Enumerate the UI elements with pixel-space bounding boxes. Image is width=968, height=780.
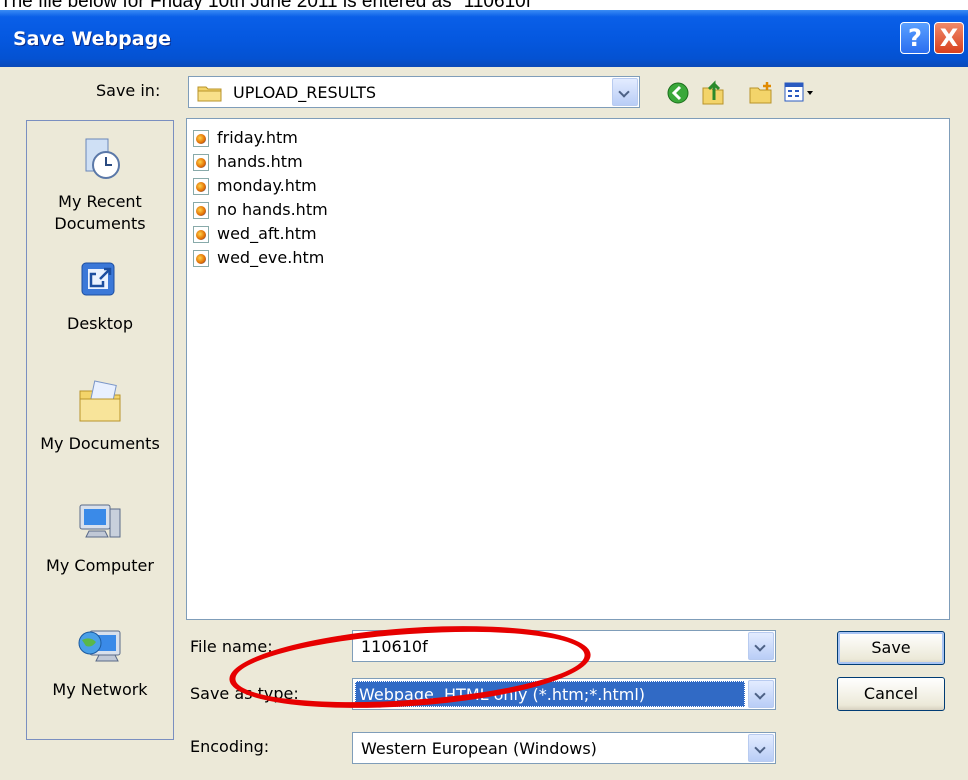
- firefox-html-file-icon: [193, 202, 209, 219]
- place-my-recent-documents[interactable]: My Recent Documents: [27, 135, 173, 235]
- encoding-select[interactable]: Western European (Windows): [352, 732, 776, 764]
- file-name: monday.htm: [217, 176, 317, 195]
- save-in-combo[interactable]: UPLOAD_RESULTS: [188, 76, 640, 108]
- file-list[interactable]: friday.htm hands.htm monday.htm no hands…: [186, 118, 950, 620]
- firefox-html-file-icon: [193, 250, 209, 267]
- file-name-value: 110610f: [361, 637, 428, 656]
- firefox-html-file-icon: [193, 130, 209, 147]
- my-network-icon: [78, 630, 121, 662]
- my-computer-icon: [79, 504, 121, 538]
- firefox-html-file-icon: [193, 226, 209, 243]
- save-webpage-dialog: Save Webpage ? X Save in: UPLOAD_RESULTS: [0, 10, 968, 780]
- place-label: My Computer: [46, 556, 154, 575]
- place-label: Documents: [54, 214, 146, 233]
- save-in-label: Save in:: [96, 81, 161, 100]
- file-name: wed_eve.htm: [217, 248, 325, 267]
- save-as-type-select[interactable]: Webpage, HTML only (*.htm;*.html): [352, 678, 776, 710]
- save-as-type-label: Save as type:: [190, 684, 299, 703]
- save-as-type-value: Webpage, HTML only (*.htm;*.html): [359, 685, 646, 704]
- encoding-value: Western European (Windows): [361, 739, 597, 758]
- place-label: My Documents: [40, 434, 160, 453]
- file-name-dropdown-button[interactable]: [748, 632, 774, 660]
- file-name: wed_aft.htm: [217, 224, 317, 243]
- place-my-computer[interactable]: My Computer: [27, 499, 173, 577]
- save-button[interactable]: Save: [837, 631, 945, 665]
- place-label: Desktop: [67, 314, 133, 333]
- save-in-dropdown-button[interactable]: [612, 78, 638, 106]
- file-name-field[interactable]: 110610f: [352, 630, 776, 662]
- help-button[interactable]: ?: [900, 22, 930, 54]
- place-label: My Network: [52, 680, 148, 699]
- save-in-value: UPLOAD_RESULTS: [233, 83, 377, 102]
- place-label: My Recent: [58, 192, 142, 211]
- close-button[interactable]: X: [934, 22, 964, 54]
- place-desktop[interactable]: Desktop: [27, 257, 173, 335]
- encoding-label: Encoding:: [190, 737, 270, 756]
- new-folder-icon[interactable]: [748, 80, 774, 106]
- dialog-title: Save Webpage: [13, 28, 172, 50]
- file-name: no hands.htm: [217, 200, 328, 219]
- up-folder-icon[interactable]: [700, 78, 726, 106]
- recent-documents-icon: [85, 138, 120, 179]
- file-name-label: File name:: [190, 637, 273, 656]
- views-menu-icon[interactable]: [784, 82, 816, 104]
- place-my-network[interactable]: My Network: [27, 623, 173, 701]
- title-bar[interactable]: Save Webpage ? X: [0, 10, 968, 67]
- file-name: hands.htm: [217, 152, 303, 171]
- save-as-type-dropdown-button[interactable]: [748, 680, 774, 708]
- my-documents-icon: [79, 380, 121, 422]
- encoding-dropdown-button[interactable]: [748, 734, 774, 762]
- places-bar: My Recent Documents Desktop My Documents: [26, 120, 174, 740]
- place-my-documents[interactable]: My Documents: [27, 377, 173, 455]
- folder-icon: [197, 86, 222, 102]
- file-name: friday.htm: [217, 128, 298, 147]
- firefox-html-file-icon: [193, 154, 209, 171]
- cancel-button[interactable]: Cancel: [837, 677, 945, 711]
- firefox-html-file-icon: [193, 178, 209, 195]
- desktop-icon: [81, 262, 115, 296]
- back-icon[interactable]: [666, 81, 690, 105]
